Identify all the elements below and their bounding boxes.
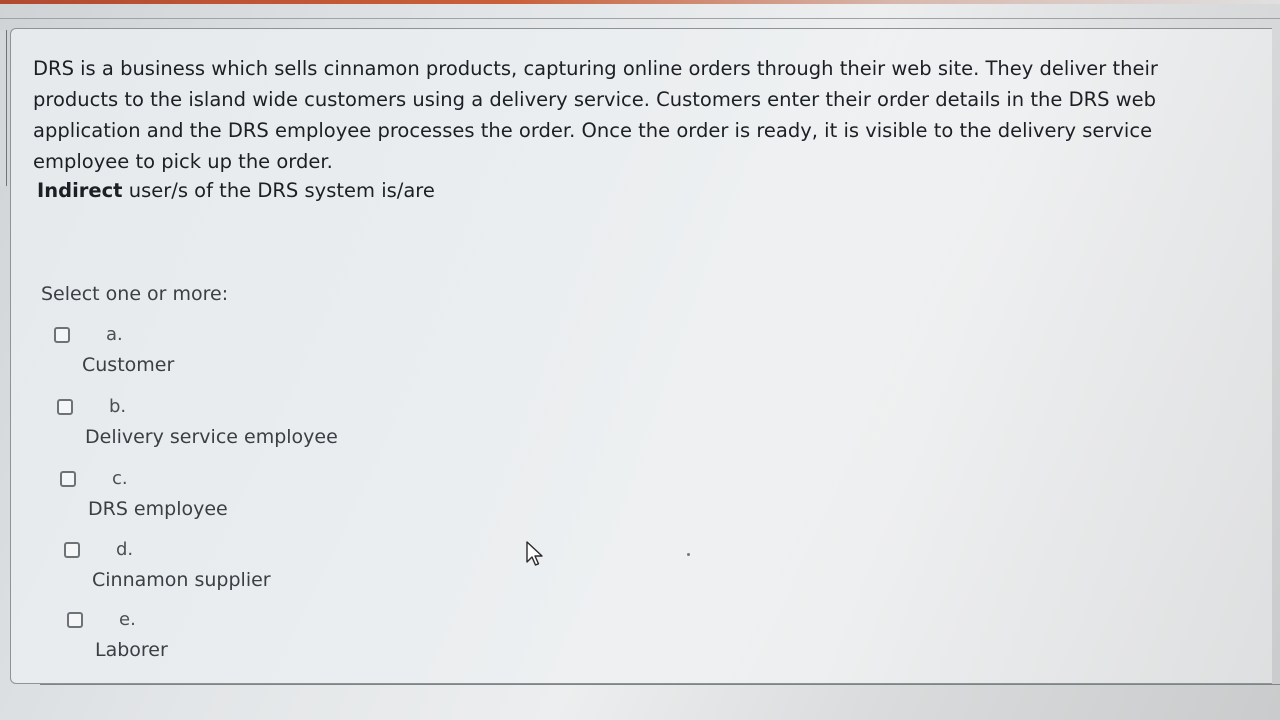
option-b-checkbox[interactable] [57,399,73,415]
option-a-checkbox[interactable] [54,327,70,343]
top-accent-strip [0,0,1280,4]
question-prompt: Indirect user/s of the DRS system is/are [37,179,435,202]
prompt-rest: user/s of the DRS system is/are [122,179,435,202]
option-d-checkbox[interactable] [64,542,80,558]
option-e-letter: e. [119,609,136,630]
option-c-label[interactable]: DRS employee [88,498,228,520]
option-b-letter: b. [109,396,127,417]
panel-bottom-border [40,684,1280,685]
option-e-checkbox[interactable] [67,612,83,628]
option-c-letter: c. [112,468,128,489]
option-d-letter: d. [116,539,134,560]
select-hint: Select one or more: [41,283,229,305]
option-e-label[interactable]: Laborer [95,639,168,661]
header-divider [0,18,1280,19]
option-a-label[interactable]: Customer [82,354,174,376]
option-d-label[interactable]: Cinnamon supplier [92,569,271,591]
question-text: DRS is a business which sells cinnamon p… [33,57,1158,173]
question-info-tab [0,30,7,186]
option-a-letter: a. [106,324,123,345]
option-c-checkbox[interactable] [60,471,76,487]
mouse-pointer-icon [526,541,543,566]
option-b-label[interactable]: Delivery service employee [85,426,338,448]
prompt-emphasis: Indirect [37,179,123,202]
screen-speck [687,553,690,556]
question-panel: DRS is a business which sells cinnamon p… [10,28,1272,684]
